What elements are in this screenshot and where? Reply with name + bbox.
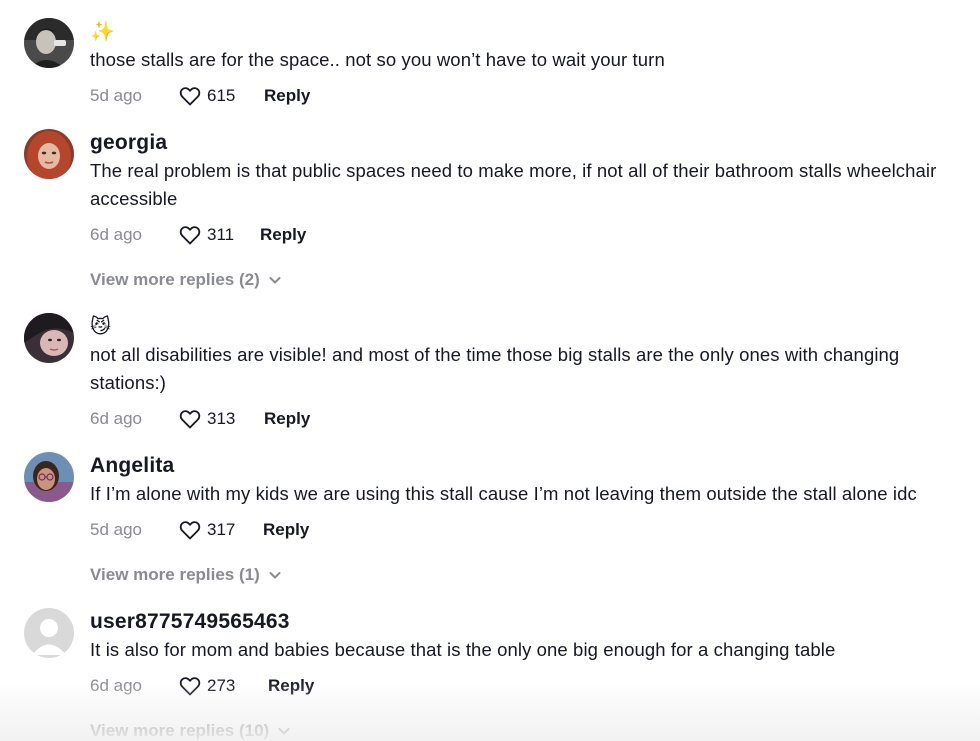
comment-date: 6d ago (90, 409, 142, 428)
comment-date: 5d ago (90, 86, 142, 105)
like-count: 615 (207, 86, 236, 105)
heart-outline-icon (179, 410, 201, 429)
avatar[interactable] (24, 129, 74, 179)
like-button[interactable]: 317 (178, 518, 263, 542)
view-more-label: View more replies (1) (90, 565, 260, 584)
like-button[interactable]: 313 (178, 407, 264, 431)
like-button[interactable]: 273 (178, 674, 268, 698)
username[interactable]: Angelita (90, 452, 970, 480)
heart-outline-icon (179, 677, 201, 696)
username[interactable]: georgia (90, 129, 970, 157)
comment-body: ✨ those stalls are for the space.. not s… (90, 18, 970, 110)
view-more-label: View more replies (2) (90, 270, 260, 289)
reply-button[interactable]: Reply (264, 409, 310, 429)
username-emoji[interactable]: 😼 (90, 313, 970, 341)
reply-button[interactable]: Reply (263, 520, 309, 540)
avatar-photo (24, 452, 74, 502)
avatar[interactable] (24, 18, 74, 68)
comment-meta: 6d ago 313 Reply (90, 405, 970, 433)
comment-text: those stalls are for the space.. not so … (90, 49, 665, 70)
comment-body: 😼 not all disabilities are visible! and … (90, 313, 970, 433)
comment-date: 5d ago (90, 520, 142, 539)
comment-date: 6d ago (90, 225, 142, 244)
comment-body: Angelita If I’m alone with my kids we ar… (90, 452, 970, 544)
like-count: 317 (207, 520, 236, 539)
view-more-label: View more replies (10) (90, 721, 270, 740)
chevron-down-icon (269, 572, 281, 579)
reply-button[interactable]: Reply (268, 676, 314, 696)
comment-text: It is also for mom and babies because th… (90, 639, 836, 660)
like-count: 311 (207, 225, 235, 244)
avatar[interactable] (24, 452, 74, 502)
comment-body: georgia The real problem is that public … (90, 129, 970, 249)
comment-meta: 5d ago 317 Reply (90, 516, 970, 544)
heart-outline-icon (179, 521, 201, 540)
reply-button[interactable]: Reply (264, 86, 310, 106)
avatar-photo (24, 129, 74, 179)
comment-text: If I’m alone with my kids we are using t… (90, 483, 917, 504)
like-button[interactable]: 311 (178, 223, 260, 247)
comment-meta: 6d ago 311 Reply (90, 221, 970, 249)
like-count: 313 (207, 409, 236, 428)
heart-outline-icon (179, 87, 201, 106)
comment-meta: 5d ago 615 Reply (90, 82, 970, 110)
view-more-replies-button[interactable]: View more replies (10) (90, 721, 291, 741)
avatar[interactable] (24, 608, 74, 658)
avatar[interactable] (24, 313, 74, 363)
avatar-photo (24, 18, 74, 68)
like-button[interactable]: 615 (178, 84, 264, 108)
reply-button[interactable]: Reply (260, 225, 306, 245)
comment-list: ✨ those stalls are for the space.. not s… (0, 0, 980, 741)
comment-date: 6d ago (90, 676, 142, 695)
view-more-replies-button[interactable]: View more replies (2) (90, 270, 282, 290)
comment-meta: 6d ago 273 Reply (90, 672, 970, 700)
username-emoji[interactable]: ✨ (90, 18, 970, 46)
chevron-down-icon (278, 728, 290, 735)
comment-text: The real problem is that public spaces n… (90, 160, 937, 209)
heart-outline-icon (179, 226, 201, 245)
avatar-photo (24, 313, 74, 363)
chevron-down-icon (269, 277, 281, 284)
username[interactable]: user8775749565463 (90, 608, 970, 636)
default-avatar-icon (24, 608, 74, 658)
view-more-replies-button[interactable]: View more replies (1) (90, 565, 282, 585)
comment-body: user8775749565463 It is also for mom and… (90, 608, 970, 700)
like-count: 273 (207, 676, 236, 695)
comment-text: not all disabilities are visible! and mo… (90, 344, 900, 393)
